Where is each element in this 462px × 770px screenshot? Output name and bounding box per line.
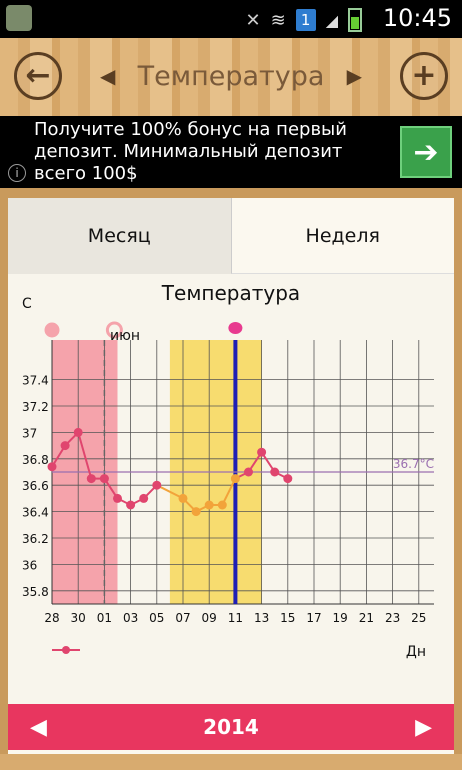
status-icons: ✕ ≋ 1 ◢ <box>245 8 362 32</box>
data-point <box>113 493 122 503</box>
chart-card: Месяц Неделя Температура C 35.8 36 36.2 36.… <box>8 198 454 754</box>
x-tick-label: 23 <box>385 611 400 625</box>
notification-badge: 1 <box>295 9 316 31</box>
tab-week[interactable]: Неделя <box>230 198 454 274</box>
wifi-icon: ≋ <box>270 9 286 31</box>
tab-month[interactable]: Месяц <box>8 198 231 274</box>
next-screen-arrow-icon[interactable]: ▶ <box>347 64 362 88</box>
arrow-left-icon: ← <box>25 58 51 93</box>
back-button[interactable]: ← <box>14 52 62 100</box>
app-header: ← ◀ Температура ▶ + <box>0 38 462 116</box>
data-point <box>126 500 136 510</box>
arrow-right-icon: ➔ <box>413 134 439 170</box>
legend-marker <box>62 646 70 654</box>
x-tick-label: 28 <box>44 611 59 625</box>
y-tick-label: 36.8 <box>22 453 49 467</box>
data-point <box>47 462 57 472</box>
data-point <box>99 474 109 484</box>
data-point <box>60 441 70 451</box>
y-tick-label: 36.6 <box>22 479 49 493</box>
x-tick-label: 13 <box>254 611 269 625</box>
data-point <box>204 500 214 510</box>
prev-screen-arrow-icon[interactable]: ◀ <box>100 64 115 88</box>
x-axis-label: Дн <box>406 644 426 660</box>
chart-svg: Температура C 35.8 36 36.2 36.4 36.6 36.8 37 37… <box>22 281 434 660</box>
data-point <box>217 500 227 510</box>
x-tick-label: 07 <box>175 611 190 625</box>
x-tick-label: 30 <box>71 611 86 625</box>
x-tick-label: 11 <box>228 611 243 625</box>
period-start-marker <box>44 322 60 338</box>
x-tick-label: 19 <box>333 611 348 625</box>
period-tabs: Месяц Неделя <box>8 198 454 274</box>
ad-text: Получите 100% бонус на первый депозит. М… <box>34 119 347 184</box>
data-point <box>139 493 149 503</box>
data-point <box>244 467 253 477</box>
mute-icon: ✕ <box>245 9 261 31</box>
status-bar: ✕ ≋ 1 ◢ 10:45 <box>0 0 462 38</box>
add-button[interactable]: + <box>400 52 448 100</box>
data-point <box>283 474 293 484</box>
y-tick-label: 37 <box>22 426 37 440</box>
month-label: июн <box>110 328 140 344</box>
data-point <box>230 474 240 484</box>
x-tick-label: 17 <box>306 611 321 625</box>
next-year-button[interactable]: ▶ <box>415 715 432 740</box>
title-switcher: ◀ Температура ▶ <box>100 56 362 96</box>
signal-icon: ◢ <box>325 10 338 30</box>
clock: 10:45 <box>382 4 452 32</box>
y-tick-label: 35.8 <box>22 585 49 599</box>
y-tick-label: 36.4 <box>22 506 49 520</box>
ad-banner[interactable]: Получите 100% бонус на первый депозит. М… <box>0 116 462 188</box>
temperature-chart[interactable]: Температура C 35.8 36 36.2 36.4 36.6 36.8 37 37… <box>8 274 454 704</box>
info-icon[interactable]: i <box>8 164 26 182</box>
x-tick-label: 25 <box>411 611 426 625</box>
prev-year-button[interactable]: ◀ <box>30 715 47 740</box>
x-tick-label: 05 <box>149 611 164 625</box>
data-point <box>257 447 267 457</box>
y-axis-label: C <box>22 296 32 312</box>
data-point <box>86 474 96 484</box>
chart-title: Температура <box>161 281 300 305</box>
y-tick-label: 36 <box>22 558 37 572</box>
page-title: Температура <box>137 60 325 92</box>
x-tick-label: 01 <box>97 611 112 625</box>
year-label: 2014 <box>203 715 259 739</box>
y-tick-label: 37.2 <box>22 400 49 414</box>
bottom-wood-strip <box>0 754 462 770</box>
y-tick-label: 36.2 <box>22 532 49 546</box>
battery-icon <box>348 8 362 32</box>
data-point <box>178 493 188 503</box>
x-tick-label: 21 <box>359 611 374 625</box>
ad-go-button[interactable]: ➔ <box>400 126 452 178</box>
ovulation-marker <box>228 322 243 334</box>
x-tick-label: 03 <box>123 611 138 625</box>
app-notification-icon <box>6 5 32 31</box>
plus-icon: + <box>411 58 437 93</box>
data-point <box>73 427 83 437</box>
data-point <box>191 507 201 517</box>
x-tick-label: 09 <box>202 611 217 625</box>
data-point <box>270 467 280 477</box>
year-navigation: ◀ 2014 ▶ <box>8 704 454 750</box>
data-point <box>152 480 162 490</box>
x-tick-label: 15 <box>280 611 295 625</box>
cover-line-label: 36.7°C <box>393 457 434 471</box>
y-tick-label: 37.4 <box>22 374 49 388</box>
